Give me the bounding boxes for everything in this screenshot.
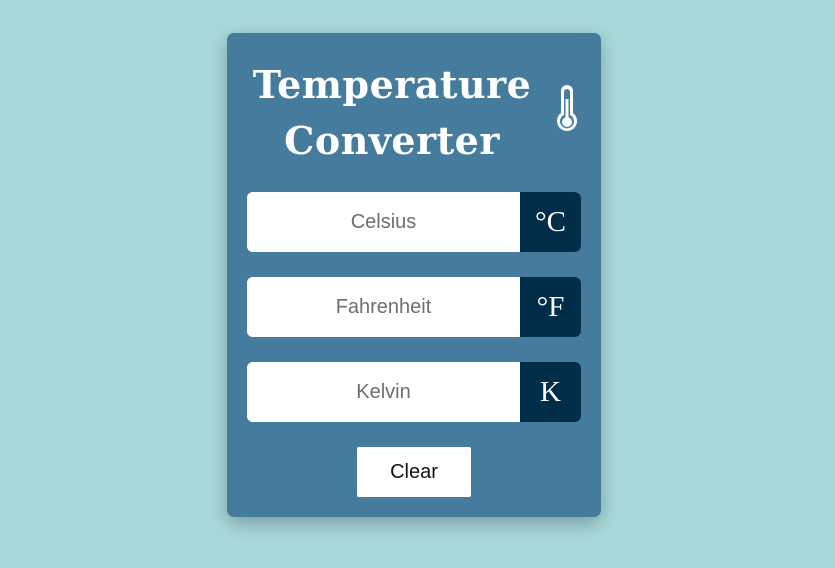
celsius-input[interactable] [247,192,520,252]
kelvin-input[interactable] [247,362,520,422]
converter-card: Temperature Converter °C °F K Clear [227,33,601,517]
kelvin-unit-label: K [520,362,581,422]
page-title: Temperature Converter [227,57,557,169]
celsius-unit-label: °C [520,192,581,252]
title-line-2: Converter [284,118,500,163]
fahrenheit-unit-label: °F [520,277,581,337]
thermometer-icon [557,85,577,131]
clear-button[interactable]: Clear [357,447,471,497]
title-line-1: Temperature [252,62,532,107]
fahrenheit-input[interactable] [247,277,520,337]
kelvin-row: K [247,362,581,422]
fahrenheit-row: °F [247,277,581,337]
celsius-row: °C [247,192,581,252]
